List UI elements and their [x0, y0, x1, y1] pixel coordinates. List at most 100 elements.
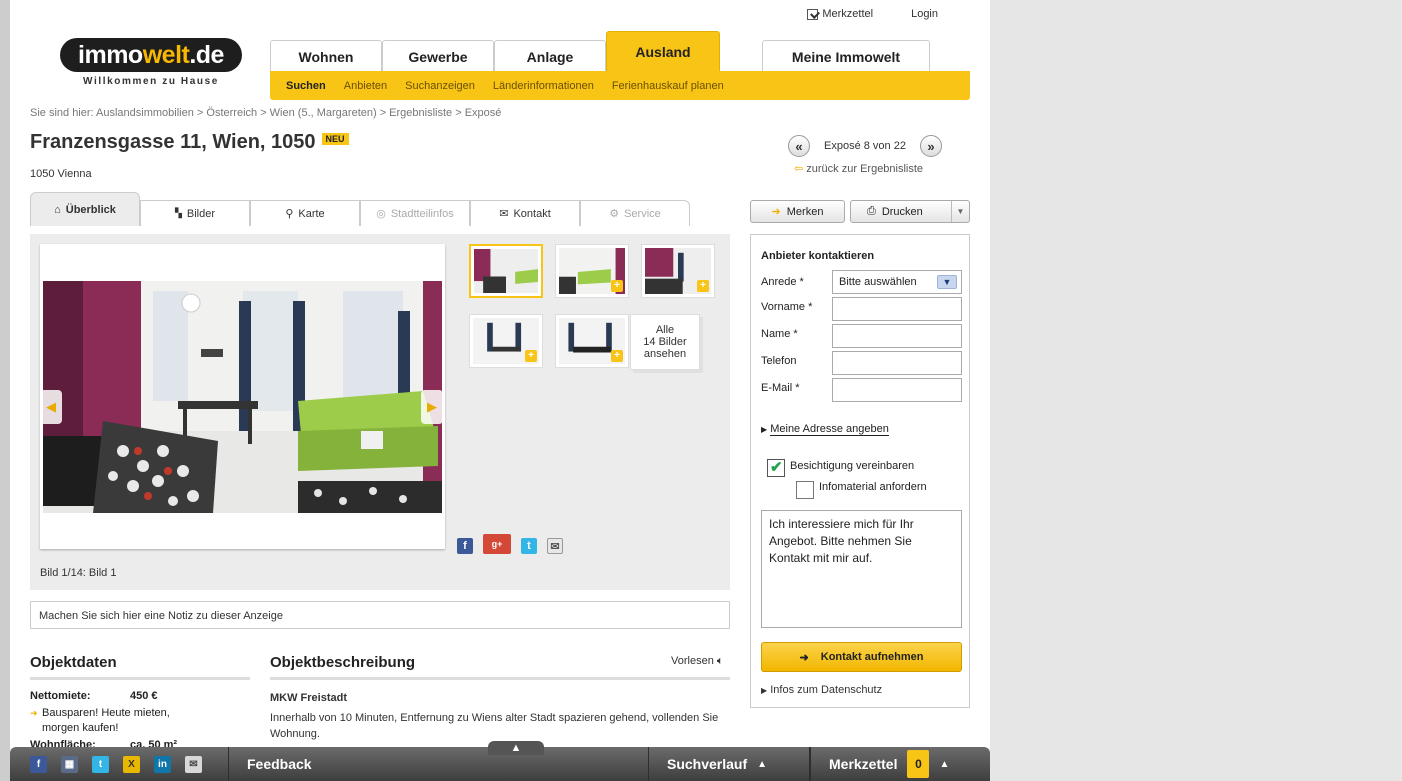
chevron-up-icon[interactable]: ▲ [488, 741, 544, 755]
login-link[interactable]: Login [911, 8, 938, 20]
bausparen-link[interactable]: Bausparen! Heute mieten,morgen kaufen! [30, 706, 250, 736]
subnav-suchanzeigen[interactable]: Suchanzeigen [405, 80, 475, 92]
anrede-select[interactable]: Bitte auswählen ▼ [832, 270, 962, 294]
plus-icon: + [611, 350, 623, 362]
chevron-down-icon[interactable]: ▼ [951, 201, 969, 222]
facebook-icon[interactable]: f [30, 756, 47, 773]
thumbnail-1[interactable] [469, 244, 543, 298]
tab-karte[interactable]: ⚲ Karte [250, 200, 360, 226]
linkedin-icon[interactable]: in [154, 756, 171, 773]
privacy-link[interactable]: ▶ Infos zum Datenschutz [761, 684, 882, 696]
subnav-suchen[interactable]: Suchen [286, 80, 326, 92]
suchverlauf-button[interactable]: Suchverlauf ▲ [648, 747, 810, 781]
arrow-right-icon: ➜ [799, 651, 809, 664]
prev-expose-button[interactable]: « [788, 135, 810, 157]
map-pin-icon: ⚲ [285, 208, 294, 220]
room-photo [43, 281, 442, 513]
infomaterial-checkbox[interactable] [796, 481, 814, 499]
xing-icon[interactable]: X [123, 756, 140, 773]
thumbnail-2[interactable]: + [555, 244, 629, 298]
nav-tab-meine-immowelt[interactable]: Meine Immowelt [762, 40, 930, 72]
bottom-social-icons: f ▦ t X in ✉ [30, 756, 202, 773]
rent-label: Nettomiete: [30, 690, 91, 702]
next-image-arrow[interactable]: ▶ [421, 390, 443, 424]
chevron-up-icon: ▲ [757, 758, 768, 770]
tab-bilder[interactable]: ▚ Bilder [140, 200, 250, 226]
vorlesen-button[interactable]: Vorlesen 🔈︎ [671, 655, 723, 668]
arrow-right-icon: ➜ [771, 206, 781, 218]
back-to-results-link[interactable]: ⇦ zurück zur Ergebnisliste [794, 162, 923, 175]
besichtigung-label: Besichtigung vereinbaren [790, 460, 915, 472]
vorname-field[interactable] [832, 297, 962, 321]
objektdaten: Nettomiete: 450 € Bausparen! Heute mieten… [30, 690, 250, 755]
tab-stadtteilinfos[interactable]: ◎ Stadtteilinfos [360, 200, 470, 226]
drucken-button[interactable]: ⎙ Drucken ▼ [850, 200, 970, 223]
next-expose-button[interactable]: » [920, 135, 942, 157]
thumbnail-image [474, 249, 538, 293]
new-badge: NEU [321, 132, 349, 145]
thumbnail-4[interactable]: + [469, 314, 543, 368]
merkzettel-count-badge: 0 [907, 750, 930, 778]
left-gutter [0, 0, 10, 781]
triangle-right-icon: ▶ [761, 425, 768, 434]
vorname-label: Vorname * [761, 301, 813, 313]
subnav-ferienhauskauf[interactable]: Ferienhauskauf planen [612, 80, 724, 92]
logo[interactable]: immowelt.de Willkommen zu Hause [60, 38, 242, 96]
tab-kontakt[interactable]: ✉ Kontakt [470, 200, 580, 226]
bottom-toolbar: ▲ f ▦ t X in ✉ Feedback Suchverlauf ▲ Mer… [10, 741, 990, 781]
subnav-anbieten[interactable]: Anbieten [344, 80, 387, 92]
image-caption: Bild 1/14: Bild 1 [40, 567, 117, 579]
subnav-laenderinformationen[interactable]: Länderinformationen [493, 80, 594, 92]
all-images-button[interactable]: Alle 14 Bilder ansehen [630, 314, 700, 370]
home-icon: ⌂ [54, 203, 61, 216]
merkzettel-link[interactable]: Merkzettel [807, 8, 873, 20]
breadcrumb[interactable]: Sie sind hier: Auslandsimmobilien > Öste… [30, 107, 501, 119]
nav-tab-anlage[interactable]: Anlage [494, 40, 606, 72]
calendar-icon[interactable]: ▦ [61, 756, 78, 773]
notepad-icon [807, 8, 819, 20]
telefon-field[interactable] [832, 351, 962, 375]
site-header: Merkzettel Login immowelt.de Willkommen … [30, 0, 970, 100]
message-textarea[interactable]: Ich interessiere mich für Ihr Angebot. B… [761, 510, 962, 628]
prev-image-arrow[interactable]: ◀ [40, 390, 62, 424]
merkzettel-button[interactable]: Merkzettel 0 ▲ [810, 747, 990, 781]
nav-tab-gewerbe[interactable]: Gewerbe [382, 40, 494, 72]
thumbnail-5[interactable]: + [555, 314, 629, 368]
kontakt-aufnehmen-button[interactable]: ➜ Kontakt aufnehmen [761, 642, 962, 672]
main-image[interactable] [43, 281, 442, 513]
email-field[interactable] [832, 378, 962, 402]
tab-service[interactable]: ⚙ Service [580, 200, 690, 226]
description: MKW Freistadt Innerhalb von 10 Minuten, … [270, 690, 740, 742]
objektdaten-heading: Objektdaten [30, 654, 250, 680]
nav-tab-wohnen[interactable]: Wohnen [270, 40, 382, 72]
nav-tab-ausland[interactable]: Ausland [606, 31, 720, 72]
description-text: Innerhalb von 10 Minuten, Entfernung zu … [270, 712, 719, 740]
twitter-icon[interactable]: t [521, 538, 537, 554]
merken-button[interactable]: ➜ Merken [750, 200, 845, 223]
facebook-icon[interactable]: f [457, 538, 473, 554]
envelope-icon: ✉ [499, 208, 509, 220]
thumbnail-image: + [559, 248, 625, 294]
expose-pager: « Exposé 8 von 22 » [788, 135, 942, 157]
gallery-panel: ◀ ▶ + + + + Alle 14 Bilder ansehen f g+ … [30, 234, 730, 590]
email-share-icon[interactable]: ✉ [547, 538, 563, 554]
right-background [990, 0, 1402, 781]
beschreibung-heading: Objektbeschreibung [270, 654, 730, 680]
besichtigung-checkbox[interactable] [767, 458, 785, 477]
address-link[interactable]: ▶ Meine Adresse angeben [761, 423, 889, 436]
plus-icon: + [525, 350, 537, 362]
note-input[interactable]: Machen Sie sich hier eine Notiz zu diese… [30, 601, 730, 629]
telefon-label: Telefon [761, 355, 797, 367]
twitter-icon[interactable]: t [92, 756, 109, 773]
google-plus-icon[interactable]: g+ [483, 534, 511, 554]
feedback-button[interactable]: Feedback [228, 747, 358, 781]
email-label: E-Mail * [761, 382, 800, 394]
share-icons: f g+ t ✉ [457, 534, 563, 554]
pager-label: Exposé 8 von 22 [824, 140, 906, 152]
email-icon[interactable]: ✉ [185, 756, 202, 773]
name-field[interactable] [832, 324, 962, 348]
thumbnail-3[interactable]: + [641, 244, 715, 298]
tab-ueberblick[interactable]: ⌂ Überblick [30, 192, 140, 226]
printer-icon: ⎙ [867, 205, 876, 217]
name-label: Name * [761, 328, 798, 340]
